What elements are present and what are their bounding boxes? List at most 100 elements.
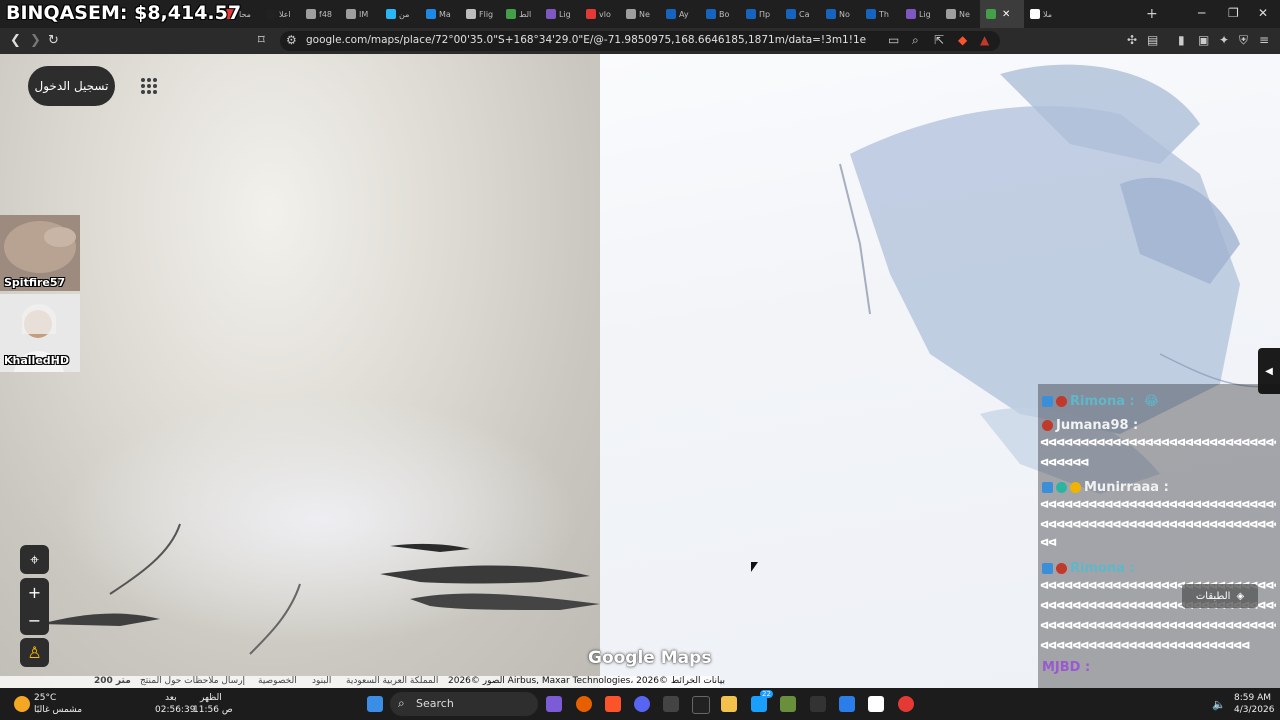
brave-shield-icon[interactable]: ◆ [958, 33, 967, 47]
browser-tab[interactable]: Lig [540, 0, 580, 28]
my-location-button[interactable]: ⌖ [20, 545, 49, 574]
new-tab-button[interactable]: + [1146, 6, 1158, 22]
chat-message: ᐊᐊᐊᐊᐊᐊᐊᐊᐊᐊᐊᐊᐊᐊᐊᐊᐊᐊᐊᐊᐊᐊᐊᐊᐊᐊᐊᐊᐊᐊᐊᐊᐊᐊᐊᐊᐊᐊᐊᐊ… [1040, 621, 1276, 632]
browser-tab[interactable]: Пр [740, 0, 780, 28]
tab-label: Ca [799, 9, 810, 19]
chat-username: Jumana98 : [1042, 418, 1138, 433]
sign-in-button[interactable]: تسجيل الدخول [28, 66, 115, 106]
badge-icon [1056, 396, 1067, 407]
browser-tab[interactable]: Bo [700, 0, 740, 28]
firefox-icon[interactable] [576, 696, 592, 712]
tab-favicon-icon [706, 9, 716, 19]
browser-tab[interactable]: ✕ [980, 0, 1024, 28]
browser-tab[interactable]: اعلا [260, 0, 300, 28]
mouse-cursor-icon [751, 562, 758, 572]
browser-tab[interactable]: Ne [940, 0, 980, 28]
tab-favicon-icon [386, 9, 396, 19]
tab-label: من [399, 9, 410, 19]
reload-icon[interactable]: ↻ [48, 33, 59, 48]
browser-tab[interactable]: Th [860, 0, 900, 28]
browser-tab[interactable]: Lig [900, 0, 940, 28]
wallet-icon[interactable]: ▣ [1198, 33, 1209, 47]
notion-icon[interactable] [868, 696, 884, 712]
browser-tab[interactable]: Ca [780, 0, 820, 28]
discord-icon[interactable] [634, 696, 650, 712]
back-icon[interactable]: ❮ [10, 33, 21, 48]
menu-icon[interactable]: ≡ [1259, 33, 1269, 47]
app-icon[interactable] [810, 696, 826, 712]
terms-link[interactable]: البنود [312, 676, 331, 686]
url-text[interactable]: google.com/maps/place/72°00'35.0"S+168°3… [306, 34, 866, 46]
tab-favicon-icon [666, 9, 676, 19]
forward-icon[interactable]: ❯ [30, 33, 41, 48]
vscode-icon[interactable] [839, 696, 855, 712]
start-menu-icon[interactable] [367, 696, 383, 712]
browser-tab[interactable]: الط [500, 0, 540, 28]
clock-date[interactable]: 4/3/2026 [1234, 705, 1274, 715]
app-icon-red[interactable] [898, 696, 914, 712]
clock-time[interactable]: 8:59 AM [1234, 693, 1271, 703]
tab-label: Flig [479, 9, 494, 19]
browser-tab[interactable]: IM [340, 0, 380, 28]
share-icon[interactable]: ⇱ [934, 33, 944, 47]
minecraft-icon[interactable] [780, 696, 796, 712]
address-bar[interactable]: ⚙ google.com/maps/place/72°00'35.0"S+168… [280, 31, 1000, 51]
screen-icon[interactable]: ▭ [888, 33, 899, 47]
chat-message: ᐊᐊᐊᐊᐊᐊᐊᐊᐊᐊᐊᐊᐊᐊᐊᐊᐊᐊᐊᐊᐊᐊᐊᐊᐊᐊ [1040, 641, 1250, 652]
weather-icon[interactable] [14, 696, 30, 712]
browser-tab[interactable]: vlo [580, 0, 620, 28]
close-window-button[interactable]: ✕ [1258, 6, 1268, 20]
tab-label: Ne [959, 9, 970, 19]
extensions-icon[interactable]: ✣ [1127, 33, 1137, 47]
browser-tab[interactable]: Flig [460, 0, 500, 28]
steam-icon[interactable] [751, 696, 767, 712]
volume-icon[interactable]: 🔈 [1212, 698, 1226, 711]
badge-icon [1042, 396, 1053, 407]
maximize-button[interactable]: ❐ [1228, 6, 1239, 20]
layers-button[interactable]: الطبقات ◈ [1182, 584, 1258, 608]
brave-rewards-icon[interactable]: ▲ [980, 33, 989, 47]
media-icon[interactable]: ▤ [1147, 33, 1158, 47]
weather-temp[interactable]: 25°C [34, 693, 56, 703]
chat-message: 😂 [1143, 394, 1159, 409]
leo-ai-icon[interactable]: ✦ [1219, 33, 1229, 47]
browser-tab[interactable]: Ne [620, 0, 660, 28]
minimize-button[interactable]: ─ [1198, 6, 1205, 20]
zoom-icon[interactable]: ⌕ [912, 33, 919, 48]
bookmark-icon[interactable]: ⌑ [258, 33, 265, 48]
layers-label: الطبقات [1195, 590, 1231, 602]
tab-close-icon[interactable]: ✕ [1002, 9, 1010, 20]
browser-tab[interactable]: Ma [420, 0, 460, 28]
google-apps-icon[interactable] [141, 78, 157, 94]
taskbar-search[interactable]: ⌕ Search [390, 692, 538, 716]
pegman-icon[interactable]: ♙ [20, 638, 49, 667]
zoom-out-button[interactable]: − [20, 606, 49, 635]
tab-favicon-icon [986, 9, 996, 19]
sidebar-icon[interactable]: ▮ [1178, 33, 1185, 47]
obs-icon[interactable] [663, 696, 679, 712]
tab-label: Th [879, 9, 889, 19]
feedback-link[interactable]: إرسال ملاحظات حول المنتج [140, 676, 245, 686]
browser-tab[interactable]: من [380, 0, 420, 28]
site-settings-icon[interactable]: ⚙ [286, 33, 297, 47]
tab-favicon-icon [1030, 9, 1040, 19]
chat-message: ᐊᐊᐊᐊᐊᐊᐊᐊᐊᐊᐊᐊᐊᐊᐊᐊᐊᐊᐊᐊᐊᐊᐊᐊᐊᐊᐊᐊᐊᐊᐊᐊᐊᐊᐊᐊᐊᐊᐊᐊ… [1040, 500, 1276, 511]
tab-favicon-icon [346, 9, 356, 19]
github-icon[interactable] [692, 696, 710, 714]
tab-favicon-icon [586, 9, 596, 19]
zoom-in-button[interactable]: + [20, 578, 49, 607]
vpn-icon[interactable]: ⛨ [1239, 33, 1248, 48]
search-icon: ⌕ [398, 696, 405, 710]
file-explorer-icon[interactable] [721, 696, 737, 712]
tab-favicon-icon [306, 9, 316, 19]
brave-icon[interactable] [605, 696, 621, 712]
weather-desc[interactable]: مشمس غالبًا [34, 705, 82, 715]
browser-tab[interactable]: ملا [1024, 0, 1064, 28]
copilot-icon[interactable] [546, 696, 562, 712]
map-attribution-bar: 200 متر إرسال ملاحظات حول المنتج الخصوصي… [0, 676, 725, 688]
privacy-link[interactable]: الخصوصية [258, 676, 297, 686]
browser-tab[interactable]: f48 [300, 0, 340, 28]
browser-tab[interactable]: No [820, 0, 860, 28]
tab-favicon-icon [786, 9, 796, 19]
browser-tab[interactable]: Ay [660, 0, 700, 28]
